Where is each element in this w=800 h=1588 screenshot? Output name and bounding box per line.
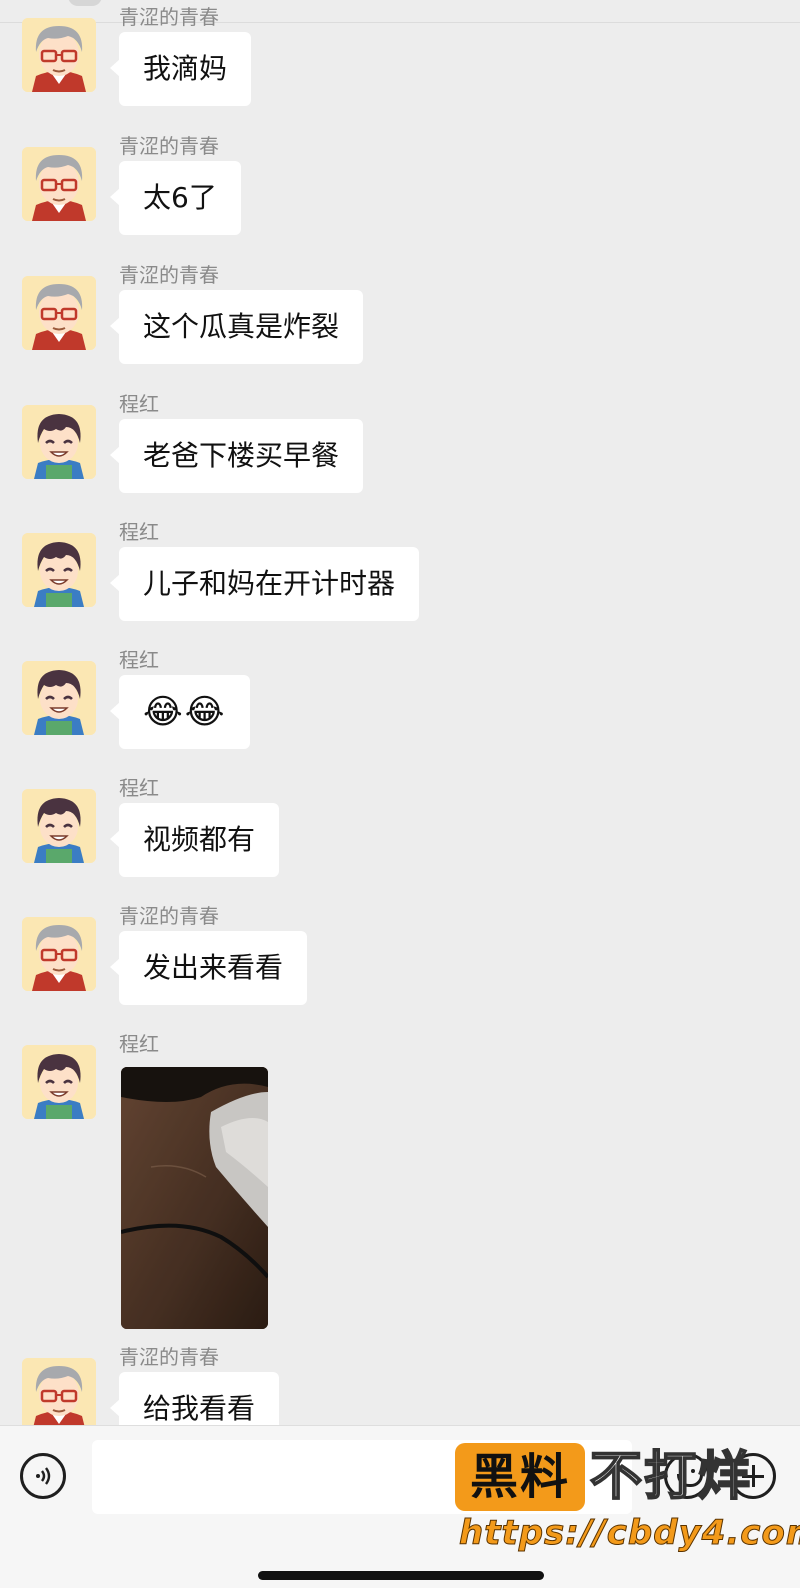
message-bubble[interactable]: 儿子和妈在开计时器 xyxy=(109,547,420,621)
message-bubble[interactable]: 发出来看看 xyxy=(109,931,308,1005)
sender-name: 程红 xyxy=(119,648,159,672)
watermark-badge: 黑料 xyxy=(455,1443,585,1511)
boy-blue-shirt-avatar[interactable] xyxy=(22,405,96,479)
boy-blue-shirt-avatar[interactable] xyxy=(22,533,96,607)
grandpa-glasses-avatar[interactable] xyxy=(22,917,96,991)
sender-name: 青涩的青春 xyxy=(119,904,219,928)
sender-name: 程红 xyxy=(119,776,159,800)
voice-icon xyxy=(36,1467,51,1485)
sender-name: 青涩的青春 xyxy=(119,263,219,287)
boy-blue-shirt-avatar[interactable] xyxy=(22,661,96,735)
message-bubble[interactable]: 视频都有 xyxy=(109,803,280,877)
message-bubble[interactable]: 太6了 xyxy=(110,161,241,235)
sender-name: 程红 xyxy=(119,392,159,416)
grandpa-glasses-avatar[interactable] xyxy=(22,276,96,350)
message-bubble[interactable]: 这个瓜真是炸裂 xyxy=(109,290,364,364)
watermark-url: https://cbdy4.com xyxy=(458,1513,800,1554)
message-bubble-emoji[interactable]: 😂😂 xyxy=(109,675,251,749)
boy-blue-shirt-avatar[interactable] xyxy=(22,789,96,863)
watermark-overlay: 黑料 不打烊 https://cbdy4.com xyxy=(455,1443,800,1563)
message-bubble[interactable]: 老爸下楼买早餐 xyxy=(109,419,364,493)
sender-name: 程红 xyxy=(119,520,159,544)
message-bubble[interactable]: 我滴妈 xyxy=(109,32,252,106)
sender-name: 青涩的青春 xyxy=(119,1345,219,1369)
home-indicator[interactable] xyxy=(258,1571,544,1580)
sender-name: 青涩的青春 xyxy=(119,134,219,158)
chat-message-list[interactable]: 青涩的青春 我滴妈 青涩的青春 太6了 青涩的青春 这个瓜真是炸裂 程红 老爸下… xyxy=(0,0,800,1425)
watermark-text: 不打烊 xyxy=(589,1446,753,1508)
grandpa-glasses-avatar[interactable] xyxy=(22,147,96,221)
image-message-thumbnail[interactable] xyxy=(121,1067,268,1329)
boy-blue-shirt-avatar[interactable] xyxy=(22,1045,96,1119)
grandpa-glasses-avatar[interactable] xyxy=(22,18,96,92)
message-bubble[interactable]: 给我看看 xyxy=(109,1372,280,1425)
grandpa-glasses-avatar[interactable] xyxy=(22,1358,96,1425)
sender-name: 程红 xyxy=(119,1032,159,1056)
voice-input-button[interactable] xyxy=(20,1453,66,1499)
sender-name: 青涩的青春 xyxy=(119,5,219,29)
